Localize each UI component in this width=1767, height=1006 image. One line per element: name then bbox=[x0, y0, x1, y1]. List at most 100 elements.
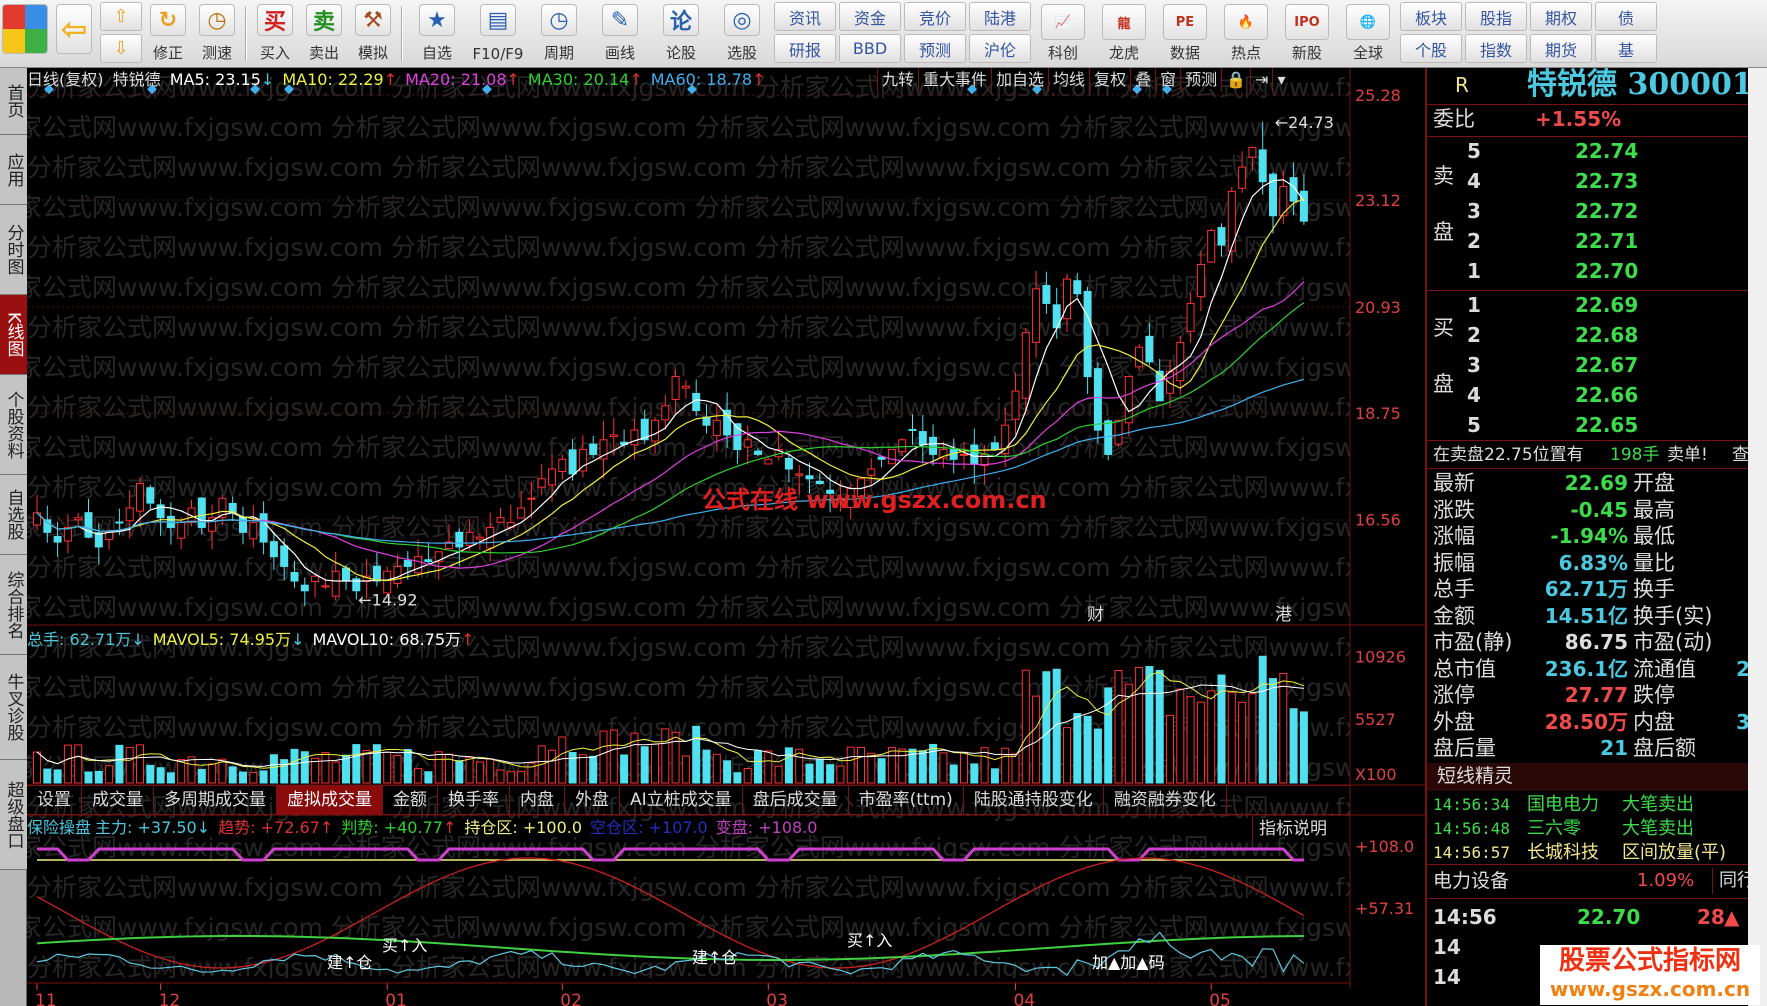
divider bbox=[245, 6, 247, 61]
page-down-icon[interactable]: ⇩ bbox=[100, 34, 142, 63]
candle-body bbox=[84, 512, 93, 538]
toolbar-text-button[interactable]: BBD bbox=[839, 34, 901, 63]
sidebar-tab-7[interactable]: 牛叉诊股 bbox=[0, 655, 27, 760]
sprite-stock[interactable]: 长城科技 bbox=[1527, 840, 1599, 866]
app-group: 📈 科创龍龙虎 PE 数据 🔥 热点 IPO 新股 🌐 全球 bbox=[1034, 2, 1397, 65]
chart-button-1[interactable]: 重大事件 bbox=[918, 68, 991, 92]
volume-bar bbox=[84, 771, 93, 784]
toolbar-speedtest[interactable]: ◷ 测速 bbox=[194, 2, 240, 65]
chart-svg[interactable]: 25.28 23.12 20.93 18.75 16.56 ←24.73 ←14.92 财 港 公… bbox=[27, 68, 1425, 1006]
chart-button-3[interactable]: 均线 bbox=[1048, 68, 1089, 92]
sidebar-tab-8[interactable]: 超级盘口 bbox=[0, 760, 27, 870]
tab-0[interactable]: 设置 bbox=[27, 786, 82, 814]
sidebar-tab-2[interactable]: 分时图 bbox=[0, 205, 27, 295]
toolbar-text-button[interactable]: 债 bbox=[1595, 2, 1657, 31]
toolbar-tool-4[interactable]: 论论股 bbox=[652, 2, 710, 65]
toolbar-text-button[interactable]: 板块 bbox=[1400, 2, 1462, 31]
chart-button-6[interactable]: 窗 bbox=[1155, 68, 1180, 92]
toolbar-tool-2[interactable]: ◷ 周期 bbox=[530, 2, 588, 65]
stat-label: 市盈(静) bbox=[1433, 630, 1513, 654]
toolbar-simulate[interactable]: ⚒ 模拟 bbox=[350, 2, 396, 65]
volume-bar bbox=[475, 761, 484, 784]
toolbar-text-button[interactable]: 资讯 bbox=[774, 2, 836, 31]
tab-3[interactable]: 虚拟成交量 bbox=[277, 786, 383, 814]
candle-body bbox=[692, 392, 701, 412]
candle-body bbox=[1207, 229, 1216, 263]
toolbar-text-button[interactable]: 股指 bbox=[1465, 2, 1527, 31]
page-up-icon[interactable]: ⇧ bbox=[100, 2, 142, 31]
divider bbox=[1427, 440, 1750, 441]
tab-11[interactable]: 陆股通持股变化 bbox=[964, 786, 1104, 814]
toolbar-text-button[interactable]: 资金 bbox=[839, 2, 901, 31]
scrollbar[interactable] bbox=[1748, 68, 1767, 1006]
tab-1[interactable]: 成交量 bbox=[82, 786, 154, 814]
volume-bar bbox=[578, 754, 587, 784]
divider bbox=[1427, 136, 1750, 137]
toolbar-app-3[interactable]: 🔥 热点 bbox=[1217, 2, 1275, 65]
candle-body bbox=[1258, 149, 1267, 183]
expand-icon[interactable]: ⇥ bbox=[1250, 68, 1272, 92]
sidebar-tab-6[interactable]: 综合排名 bbox=[0, 555, 27, 655]
tab-8[interactable]: AI立桩成交量 bbox=[620, 786, 743, 814]
tab-2[interactable]: 多周期成交量 bbox=[154, 786, 277, 814]
tab-6[interactable]: 内盘 bbox=[510, 786, 565, 814]
sprite-stock[interactable]: 国电电力 bbox=[1527, 792, 1599, 818]
tab-10[interactable]: 市盈率(ttm) bbox=[849, 786, 964, 814]
sidebar-tab-3[interactable]: K线图 bbox=[0, 295, 27, 375]
sprite-stock[interactable]: 三六零 bbox=[1527, 816, 1581, 842]
toolbar-buy[interactable]: 买买入 bbox=[252, 2, 298, 65]
toolbar-tool-0[interactable]: ★ 自选 bbox=[408, 2, 466, 65]
chart-button-4[interactable]: 复权 bbox=[1089, 68, 1130, 92]
toolbar-app-2[interactable]: PE 数据 bbox=[1156, 2, 1214, 65]
toolbar-text-button[interactable]: 期货 bbox=[1530, 34, 1592, 63]
back-button[interactable]: ⇦ bbox=[51, 2, 97, 65]
industry-name[interactable]: 电力设备 bbox=[1433, 868, 1509, 894]
toolbar-text-button[interactable]: 个股 bbox=[1400, 34, 1462, 63]
chart-button-5[interactable]: 叠 bbox=[1130, 68, 1155, 92]
sidebar-tab-4[interactable]: 个股资料 bbox=[0, 375, 27, 475]
volume-bar bbox=[125, 746, 134, 784]
chart-button-2[interactable]: 加自选 bbox=[991, 68, 1048, 92]
sidebar-tab-0[interactable]: 首页 bbox=[0, 68, 27, 135]
toolbar-app-5[interactable]: 🌐 全球 bbox=[1339, 2, 1397, 65]
toolbar-app-4[interactable]: IPO 新股 bbox=[1278, 2, 1336, 65]
sidebar-tab-1[interactable]: 应用 bbox=[0, 135, 27, 205]
indicator-help-button[interactable]: 指标说明 bbox=[1252, 816, 1327, 842]
toolbar-text-button[interactable]: 期权 bbox=[1530, 2, 1592, 31]
toolbar-text-button[interactable]: 沪伦 bbox=[969, 34, 1031, 63]
volume-bar bbox=[187, 756, 196, 784]
dropdown-icon[interactable]: ▾ bbox=[1272, 68, 1289, 92]
toolbar-text-button[interactable]: 指数 bbox=[1465, 34, 1527, 63]
tab-5[interactable]: 换手率 bbox=[438, 786, 510, 814]
tab-7[interactable]: 外盘 bbox=[565, 786, 620, 814]
sidebar-tab-5[interactable]: 自选股 bbox=[0, 475, 27, 555]
toolbar-tool-3[interactable]: ✎ 画线 bbox=[591, 2, 649, 65]
toolbar-fix[interactable]: ↻ 修正 bbox=[145, 2, 191, 65]
tool-label: 自选 bbox=[421, 44, 452, 62]
volume-bar bbox=[115, 744, 124, 784]
toolbar-app-1[interactable]: 龍龙虎 bbox=[1095, 2, 1153, 65]
button-column: 板块 个股 bbox=[1400, 2, 1462, 65]
toolbar-text-button[interactable]: 研报 bbox=[774, 34, 836, 63]
chart-button-7[interactable]: 预测 bbox=[1180, 68, 1221, 92]
notice-more-link[interactable]: 查 bbox=[1732, 442, 1749, 468]
trend-arrow-icon: ↑ bbox=[442, 818, 457, 837]
toolbar-text-button[interactable]: 预测 bbox=[904, 34, 966, 63]
tab-9[interactable]: 盘后成交量 bbox=[743, 786, 849, 814]
app-label: 科创 bbox=[1047, 44, 1078, 62]
app-icon: 🌐 bbox=[1346, 4, 1390, 40]
logo-button[interactable] bbox=[2, 2, 48, 65]
toolbar-tool-5[interactable]: ◎ 选股 bbox=[713, 2, 771, 65]
toolbar-text-button[interactable]: 竞价 bbox=[904, 2, 966, 31]
lock-icon[interactable]: 🔒 bbox=[1221, 68, 1250, 92]
toolbar-tool-1[interactable]: ▤ F10/F9 bbox=[469, 2, 527, 65]
tab-12[interactable]: 融资融券变化 bbox=[1104, 786, 1227, 814]
toolbar-app-0[interactable]: 📈 科创 bbox=[1034, 2, 1092, 65]
volume-bar bbox=[723, 760, 732, 784]
toolbar-sell[interactable]: 卖卖出 bbox=[301, 2, 347, 65]
toolbar-text-button[interactable]: 陆港 bbox=[969, 2, 1031, 31]
toolbar-text-button[interactable]: 基 bbox=[1595, 34, 1657, 63]
button-column: 股指 指数 bbox=[1465, 2, 1527, 65]
chart-button-0[interactable]: 九转 bbox=[877, 68, 918, 92]
tab-4[interactable]: 金额 bbox=[383, 786, 438, 814]
